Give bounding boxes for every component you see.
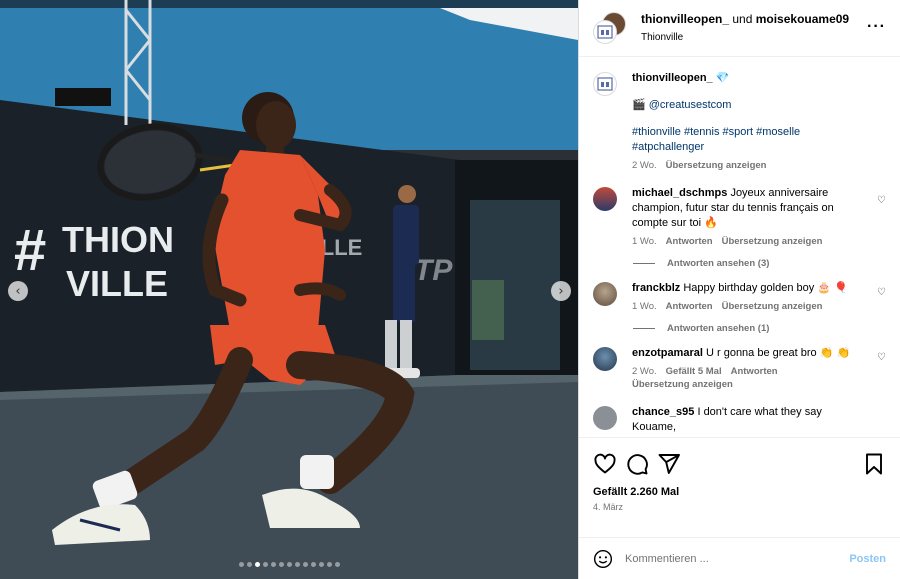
tennis-photo: VILLE TP # THION VILLE bbox=[0, 0, 578, 579]
hashtags[interactable]: #thionville #tennis #sport #moselle #atp… bbox=[632, 125, 864, 155]
comment-time: 1 Wo. bbox=[632, 301, 657, 312]
carousel-dot bbox=[262, 562, 268, 567]
wall-hash: # bbox=[14, 218, 46, 283]
avatar[interactable] bbox=[593, 72, 617, 96]
header-username-1[interactable]: thionvilleopen_ bbox=[641, 12, 729, 26]
previous-image-button[interactable]: ‹ bbox=[8, 281, 28, 301]
next-image-button[interactable]: › bbox=[551, 281, 571, 301]
carousel-dot bbox=[278, 562, 284, 567]
likes-count[interactable]: Gefällt 2.260 Mal bbox=[593, 486, 886, 498]
bookmark-icon[interactable] bbox=[862, 452, 886, 476]
carousel-dot bbox=[334, 562, 340, 567]
carousel-dot bbox=[246, 562, 252, 567]
post-header: thionvilleopen_ und moisekouame09 Thionv… bbox=[579, 0, 900, 57]
comment-username[interactable]: michael_dschmps bbox=[632, 187, 727, 199]
thionville-logo-icon bbox=[597, 25, 613, 39]
like-comment-button[interactable]: ♡ bbox=[877, 352, 886, 363]
thionville-logo-icon bbox=[597, 77, 613, 91]
carousel-dot bbox=[310, 562, 316, 567]
wall-line2: VILLE bbox=[66, 263, 168, 304]
comment-time: 1 Wo. bbox=[632, 236, 657, 247]
carousel-dot bbox=[326, 562, 332, 567]
wall-line1: THION bbox=[62, 219, 174, 260]
translate-link[interactable]: Übersetzung anzeigen bbox=[632, 379, 733, 390]
comment-composer: Posten bbox=[579, 537, 900, 579]
translate-link[interactable]: Übersetzung anzeigen bbox=[722, 301, 823, 312]
comment-username[interactable]: chance_s95 bbox=[632, 406, 694, 418]
heart-icon: ♡ bbox=[877, 352, 886, 363]
heart-icon: ♡ bbox=[877, 287, 886, 298]
comment: franckblz Happy birthday golden boy 🎂 🎈 … bbox=[593, 281, 886, 313]
carousel-dot bbox=[270, 562, 276, 567]
chevron-right-icon: › bbox=[558, 283, 564, 299]
reply-button[interactable]: Antworten bbox=[666, 236, 713, 247]
more-options-button[interactable]: ··· bbox=[867, 18, 886, 36]
reply-button[interactable]: Antworten bbox=[731, 366, 778, 377]
comment: michael_dschmps Joyeux anniversaire cham… bbox=[593, 186, 886, 248]
comment-likes[interactable]: Gefällt 5 Mal bbox=[666, 366, 722, 377]
carousel-dot bbox=[286, 562, 292, 567]
caption-time: 2 Wo. bbox=[632, 160, 657, 171]
comment-username[interactable]: enzotpamaral bbox=[632, 347, 703, 359]
post-media[interactable]: VILLE TP # THION VILLE ‹ › bbox=[0, 0, 578, 579]
avatar[interactable] bbox=[593, 406, 617, 430]
comment-text: Happy birthday golden boy 🎂 🎈 bbox=[683, 282, 848, 294]
carousel-dot bbox=[302, 562, 308, 567]
comments-list[interactable]: thionvilleopen_ 💎 🎬 @creatusestcom #thio… bbox=[579, 57, 900, 437]
heart-icon[interactable] bbox=[593, 452, 617, 476]
share-icon[interactable] bbox=[657, 452, 681, 476]
header-username-2[interactable]: moisekouame09 bbox=[756, 12, 849, 26]
location-link[interactable]: Thionville bbox=[641, 30, 849, 45]
collab-avatars[interactable] bbox=[593, 12, 626, 44]
comment-time: 2 Wo. bbox=[632, 366, 657, 377]
post-actions: Gefällt 2.260 Mal 4. März bbox=[579, 437, 900, 537]
diamond-icon: 💎 bbox=[715, 72, 730, 84]
reply-button[interactable]: Antworten bbox=[666, 301, 713, 312]
clapper-icon: 🎬 bbox=[632, 99, 646, 111]
comment-username[interactable]: franckblz bbox=[632, 282, 680, 294]
carousel-dot bbox=[294, 562, 300, 567]
comment: enzotpamaral U r gonna be great bro 👏 👏 … bbox=[593, 346, 886, 391]
comment-text: U r gonna be great bro 👏 👏 bbox=[705, 347, 851, 359]
like-comment-button[interactable]: ♡ bbox=[877, 287, 886, 298]
heart-icon: ♡ bbox=[877, 195, 886, 206]
like-comment-button[interactable]: ♡ bbox=[877, 195, 886, 206]
svg-text:TP: TP bbox=[414, 254, 453, 287]
mention-link[interactable]: @creatusestcom bbox=[649, 99, 732, 111]
avatar[interactable] bbox=[593, 282, 617, 306]
post-date: 4. März bbox=[593, 502, 624, 512]
view-replies-button[interactable]: Antworten ansehen (1) bbox=[633, 323, 886, 334]
caption-username[interactable]: thionvilleopen_ bbox=[632, 72, 713, 84]
translate-link[interactable]: Übersetzung anzeigen bbox=[722, 236, 823, 247]
carousel-indicator bbox=[0, 562, 578, 567]
comment-icon[interactable] bbox=[625, 452, 649, 476]
avatar[interactable] bbox=[593, 20, 617, 44]
carousel-dot bbox=[318, 562, 324, 567]
avatar[interactable] bbox=[593, 187, 617, 211]
comment-input[interactable] bbox=[625, 552, 850, 565]
post-dialog: VILLE TP # THION VILLE ‹ › thionvilleope… bbox=[0, 0, 900, 579]
carousel-dot bbox=[254, 562, 260, 567]
carousel-dot bbox=[238, 562, 244, 567]
post-side-panel: thionvilleopen_ und moisekouame09 Thionv… bbox=[578, 0, 900, 579]
translate-link[interactable]: Übersetzung anzeigen bbox=[666, 160, 767, 171]
comment: chance_s95 I don't care what they say Ko… bbox=[593, 405, 886, 435]
avatar[interactable] bbox=[593, 347, 617, 371]
emoji-icon[interactable] bbox=[593, 549, 613, 569]
post-button[interactable]: Posten bbox=[849, 553, 886, 565]
more-horizontal-icon: ··· bbox=[867, 18, 886, 35]
caption: thionvilleopen_ 💎 🎬 @creatusestcom #thio… bbox=[593, 71, 886, 172]
chevron-left-icon: ‹ bbox=[15, 283, 21, 299]
view-replies-button[interactable]: Antworten ansehen (3) bbox=[633, 258, 886, 269]
header-joiner: und bbox=[729, 11, 756, 26]
